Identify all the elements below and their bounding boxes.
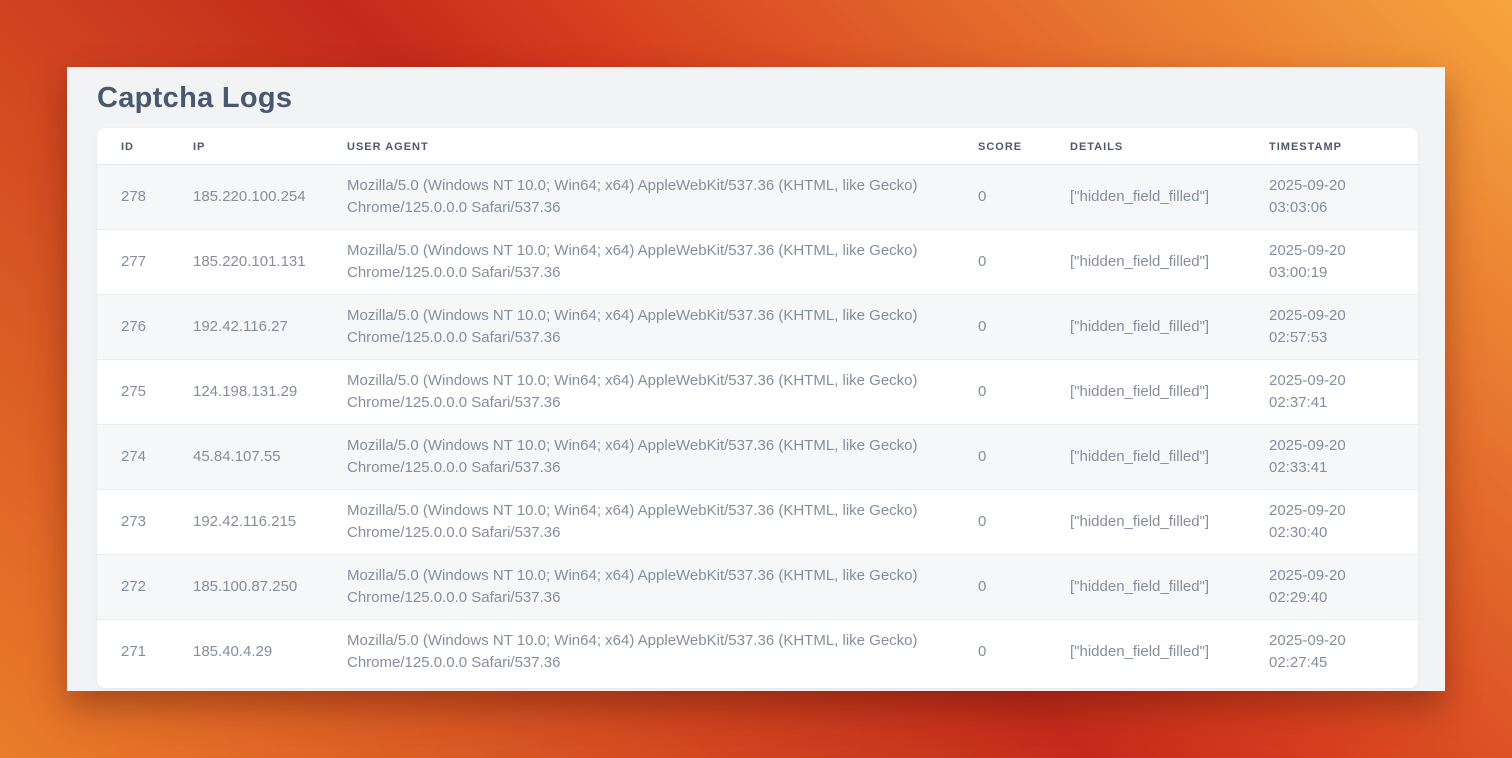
cell-details: ["hidden_field_filled"] [1046,620,1245,685]
cell-user-agent: Mozilla/5.0 (Windows NT 10.0; Win64; x64… [323,490,954,555]
cell-details: ["hidden_field_filled"] [1046,490,1245,555]
cell-timestamp: 2025-09-20 02:57:53 [1245,295,1418,360]
cell-score: 0 [954,360,1046,425]
cell-score: 0 [954,490,1046,555]
cell-details: ["hidden_field_filled"] [1046,425,1245,490]
cell-user-agent: Mozilla/5.0 (Windows NT 10.0; Win64; x64… [323,230,954,295]
cell-id: 271 [97,620,169,685]
cell-ip: 185.40.4.29 [169,620,323,685]
cell-id: 274 [97,425,169,490]
column-header-id: ID [97,128,169,165]
cell-user-agent: Mozilla/5.0 (Windows NT 10.0; Win64; x64… [323,165,954,230]
cell-user-agent: Mozilla/5.0 (Windows NT 10.0; Win64; x64… [323,360,954,425]
cell-details: ["hidden_field_filled"] [1046,295,1245,360]
cell-ip: 192.42.116.27 [169,295,323,360]
cell-id: 276 [97,295,169,360]
column-header-ip: IP [169,128,323,165]
cell-id: 275 [97,360,169,425]
cell-ip: 185.220.100.254 [169,165,323,230]
column-header-details: DETAILS [1046,128,1245,165]
cell-timestamp: 2025-09-20 03:03:06 [1245,165,1418,230]
table-row: 273 192.42.116.215 Mozilla/5.0 (Windows … [97,490,1418,555]
logs-table-container[interactable]: ID IP USER AGENT SCORE DETAILS TIMESTAMP… [97,128,1418,688]
logs-table: ID IP USER AGENT SCORE DETAILS TIMESTAMP… [97,128,1418,685]
column-header-score: SCORE [954,128,1046,165]
cell-timestamp: 2025-09-20 02:27:45 [1245,620,1418,685]
cell-score: 0 [954,620,1046,685]
table-row: 277 185.220.101.131 Mozilla/5.0 (Windows… [97,230,1418,295]
cell-ip: 185.100.87.250 [169,555,323,620]
cell-id: 277 [97,230,169,295]
table-row: 278 185.220.100.254 Mozilla/5.0 (Windows… [97,165,1418,230]
cell-score: 0 [954,165,1046,230]
page-title: Captcha Logs [97,82,1418,115]
cell-details: ["hidden_field_filled"] [1046,555,1245,620]
cell-user-agent: Mozilla/5.0 (Windows NT 10.0; Win64; x64… [323,620,954,685]
cell-ip: 185.220.101.131 [169,230,323,295]
column-header-user-agent: USER AGENT [323,128,954,165]
cell-id: 272 [97,555,169,620]
cell-user-agent: Mozilla/5.0 (Windows NT 10.0; Win64; x64… [323,555,954,620]
cell-user-agent: Mozilla/5.0 (Windows NT 10.0; Win64; x64… [323,295,954,360]
cell-timestamp: 2025-09-20 02:33:41 [1245,425,1418,490]
captcha-logs-card: Captcha Logs ID IP USER AGENT SCORE DETA… [67,67,1445,691]
cell-details: ["hidden_field_filled"] [1046,230,1245,295]
table-row: 274 45.84.107.55 Mozilla/5.0 (Windows NT… [97,425,1418,490]
cell-score: 0 [954,230,1046,295]
cell-details: ["hidden_field_filled"] [1046,360,1245,425]
table-row: 276 192.42.116.27 Mozilla/5.0 (Windows N… [97,295,1418,360]
column-header-timestamp: TIMESTAMP [1245,128,1418,165]
table-row: 271 185.40.4.29 Mozilla/5.0 (Windows NT … [97,620,1418,685]
cell-timestamp: 2025-09-20 02:29:40 [1245,555,1418,620]
table-header-row: ID IP USER AGENT SCORE DETAILS TIMESTAMP [97,128,1418,165]
cell-details: ["hidden_field_filled"] [1046,165,1245,230]
cell-timestamp: 2025-09-20 02:30:40 [1245,490,1418,555]
cell-id: 278 [97,165,169,230]
cell-score: 0 [954,295,1046,360]
cell-score: 0 [954,555,1046,620]
cell-user-agent: Mozilla/5.0 (Windows NT 10.0; Win64; x64… [323,425,954,490]
cell-timestamp: 2025-09-20 02:37:41 [1245,360,1418,425]
table-row: 272 185.100.87.250 Mozilla/5.0 (Windows … [97,555,1418,620]
cell-ip: 192.42.116.215 [169,490,323,555]
cell-ip: 124.198.131.29 [169,360,323,425]
cell-id: 273 [97,490,169,555]
cell-timestamp: 2025-09-20 03:00:19 [1245,230,1418,295]
cell-ip: 45.84.107.55 [169,425,323,490]
table-row: 275 124.198.131.29 Mozilla/5.0 (Windows … [97,360,1418,425]
cell-score: 0 [954,425,1046,490]
